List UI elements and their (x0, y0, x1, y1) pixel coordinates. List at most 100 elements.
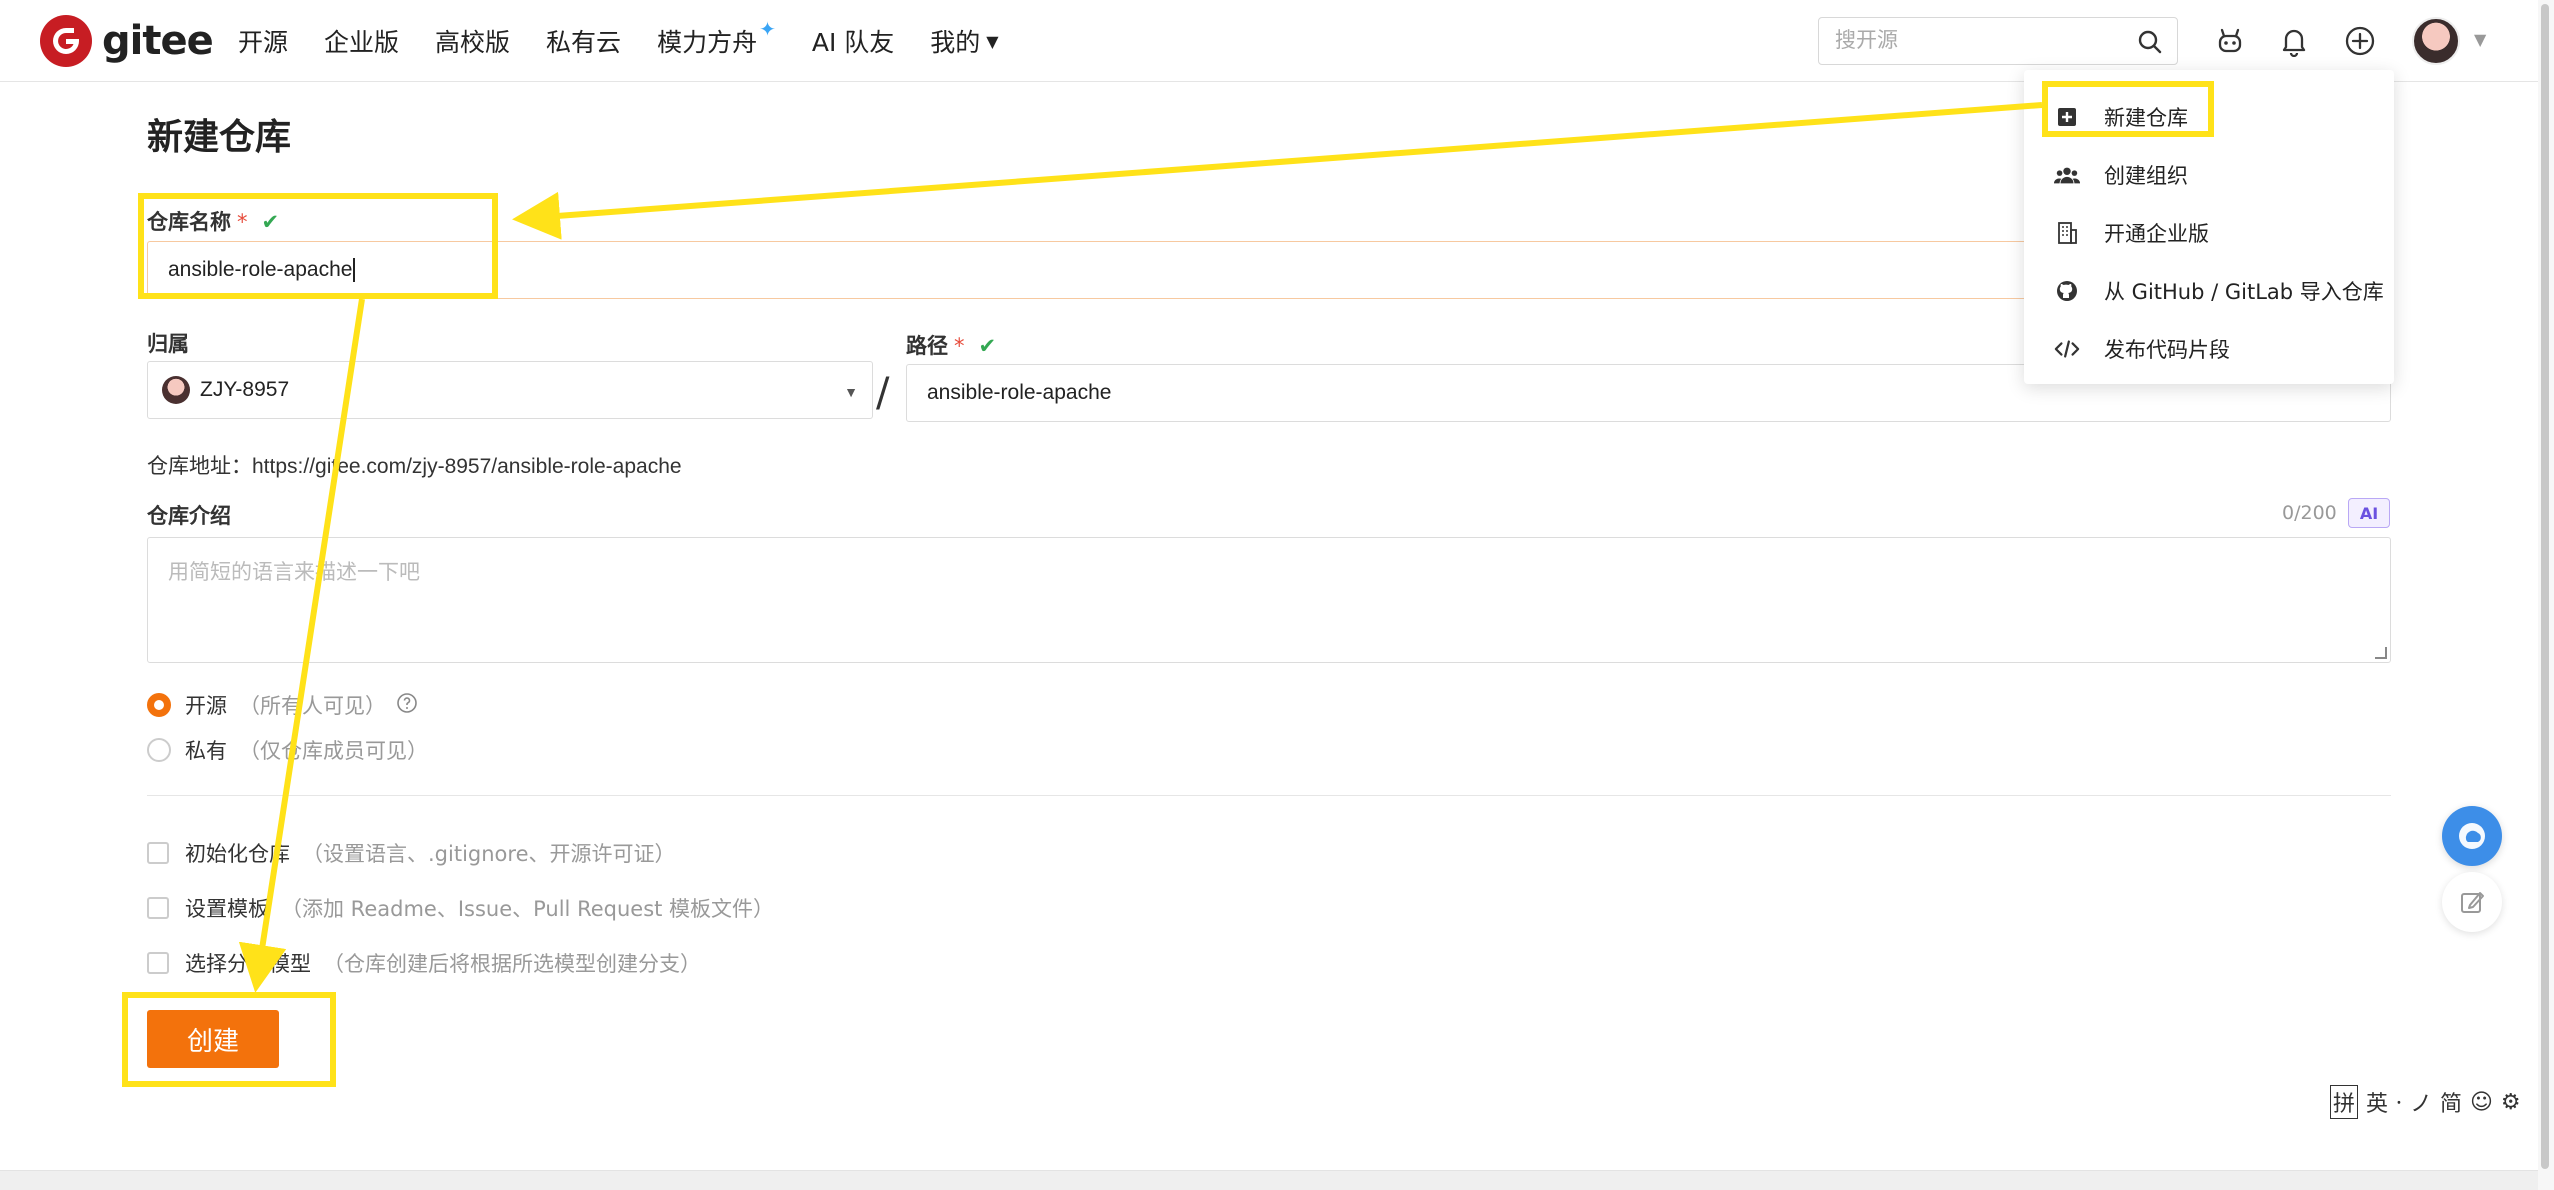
nav-item-education[interactable]: 高校版 (435, 23, 510, 59)
template-option[interactable]: 设置模板 （添加 Readme、Issue、Pull Request 模板文件） (147, 893, 774, 923)
scroll-thumb[interactable] (2541, 4, 2549, 1169)
sparkle-icon: ✦ (759, 17, 776, 41)
repo-url-line: 仓库地址：https://gitee.com/zjy-8957/ansible-… (147, 450, 682, 480)
bot-icon[interactable] (2211, 22, 2249, 60)
radio-hint: （所有人可见） (239, 694, 386, 718)
create-button[interactable]: 创建 (147, 1010, 279, 1068)
required-marker: * (237, 210, 248, 234)
owner-avatar (162, 376, 190, 404)
visibility-public-option[interactable]: 开源 （所有人可见） (147, 690, 418, 720)
check-label: 初始化仓库 (185, 842, 290, 866)
feedback-edit-icon[interactable] (2442, 872, 2502, 932)
description-textarea[interactable]: 用简短的语言来描述一下吧 (147, 537, 2391, 663)
nav-label: 模力方舟 (657, 28, 758, 57)
vertical-scrollbar[interactable] (2538, 0, 2554, 1190)
code-icon (2054, 336, 2080, 362)
radio-hint: （仅仓库成员可见） (239, 739, 428, 763)
page-title: 新建仓库 (147, 117, 292, 158)
owner-value: ZJY-8957 (200, 378, 290, 401)
assistant-float-button[interactable] (2442, 806, 2502, 866)
ai-assist-button[interactable]: AI (2348, 498, 2390, 528)
dropdown-item-code-snippet[interactable]: 发布代码片段 (2024, 320, 2394, 378)
nav-label: AI 队友 (811, 28, 895, 57)
required-marker: * (954, 334, 965, 358)
checkmark-icon: ✔ (978, 334, 997, 358)
nav-label: 私有云 (546, 28, 622, 57)
check-hint: （仓库创建后将根据所选模型创建分支） (323, 952, 701, 976)
gitee-logo-text: gitee (102, 18, 214, 64)
repo-name-label: 仓库名称 * ✔ (147, 206, 279, 236)
label-text: 仓库名称 (147, 210, 231, 234)
nav-item-ai-teammate[interactable]: AI 队友 (812, 23, 894, 59)
owner-select[interactable]: ZJY-8957 ▼ (147, 361, 873, 419)
check-label: 选择分支模型 (185, 952, 311, 976)
ime-toolbar[interactable]: 拼 英 ⸱ ノ 简 ☺ ⚙ (2330, 1083, 2529, 1121)
nav-label: 高校版 (435, 28, 511, 57)
path-label: 路径 * ✔ (906, 330, 996, 360)
search-icon[interactable] (2137, 29, 2163, 59)
plus-circle-icon[interactable] (2341, 22, 2379, 60)
plus-square-icon (2054, 104, 2080, 130)
visibility-private-option[interactable]: 私有 （仅仓库成员可见） (147, 735, 428, 765)
dropdown-item-create-org[interactable]: 创建组织 (2024, 146, 2394, 204)
ime-mode[interactable]: ノ (2410, 1086, 2432, 1118)
init-repo-checkbox[interactable] (147, 842, 169, 864)
description-label: 仓库介绍 (147, 504, 231, 528)
arrow-to-repo-name (512, 102, 2043, 240)
dropdown-label: 创建组织 (2104, 164, 2188, 188)
ime-emoji-icon[interactable]: ☺ (2470, 1090, 2493, 1115)
help-icon[interactable] (396, 692, 418, 719)
resize-handle-icon[interactable] (2375, 647, 2387, 659)
dropdown-item-import[interactable]: 从 GitHub / GitLab 导入仓库 (2024, 262, 2394, 320)
nav-item-mine[interactable]: 我的 ▼ (930, 23, 998, 59)
check-label: 设置模板 (185, 897, 269, 921)
nav-label: 企业版 (324, 28, 400, 57)
section-divider (147, 795, 2391, 796)
caret-down-icon: ▼ (844, 384, 858, 400)
bell-icon[interactable] (2275, 22, 2313, 60)
description-placeholder: 用简短的语言来描述一下吧 (168, 561, 420, 584)
page: gitee 开源 企业版 高校版 私有云 模力方舟✦ AI 队友 我的▼ ▼ (0, 0, 2554, 1190)
caret-down-icon[interactable]: ▼ (2474, 30, 2486, 49)
init-repo-option[interactable]: 初始化仓库 （设置语言、.gitignore、开源许可证） (147, 838, 676, 868)
ime-punct[interactable]: ⸱ (2396, 1087, 2402, 1117)
nav-label: 开源 (238, 28, 289, 57)
nav-item-moli-ark[interactable]: 模力方舟 ✦ (657, 17, 776, 59)
nav-label: 我的 (930, 28, 981, 57)
radio-label: 开源 (185, 694, 227, 718)
dropdown-label: 开通企业版 (2104, 222, 2209, 246)
nav-item-open-source[interactable]: 开源 (238, 23, 288, 59)
branch-model-option[interactable]: 选择分支模型 （仓库创建后将根据所选模型创建分支） (147, 948, 701, 978)
dropdown-item-enterprise[interactable]: 开通企业版 (2024, 204, 2394, 262)
template-checkbox[interactable] (147, 897, 169, 919)
nav-item-private-cloud[interactable]: 私有云 (546, 23, 621, 59)
dropdown-label: 新建仓库 (2104, 106, 2188, 130)
dropdown-label: 从 GitHub / GitLab 导入仓库 (2104, 280, 2384, 304)
ime-english[interactable]: 英 (2366, 1086, 2388, 1118)
radio-public[interactable] (147, 693, 171, 717)
radio-label: 私有 (185, 739, 227, 763)
search-box (1818, 17, 2178, 65)
radio-private[interactable] (147, 738, 171, 762)
gitee-logo[interactable]: gitee (40, 14, 214, 68)
path-value: ansible-role-apache (927, 381, 1112, 404)
gitee-logo-icon (40, 15, 92, 67)
user-avatar[interactable] (2412, 17, 2460, 65)
description-counter: 0/200 (2282, 502, 2337, 524)
ime-settings-icon[interactable]: ⚙ (2501, 1090, 2521, 1115)
ime-simplified[interactable]: 简 (2440, 1086, 2462, 1118)
create-dropdown-menu: 新建仓库 创建组织 开通企业版 从 GitHub / GitLab 导入仓库 发… (2024, 70, 2394, 384)
repo-name-value: ansible-role-apache (168, 258, 353, 281)
nav-item-enterprise[interactable]: 企业版 (324, 23, 399, 59)
github-icon (2054, 278, 2080, 304)
dropdown-label: 发布代码片段 (2104, 338, 2230, 362)
check-hint: （添加 Readme、Issue、Pull Request 模板文件） (281, 897, 775, 921)
owner-label: 归属 (147, 332, 189, 356)
branch-model-checkbox[interactable] (147, 952, 169, 974)
dropdown-item-new-repo[interactable]: 新建仓库 (2024, 88, 2394, 146)
search-input[interactable] (1819, 18, 2109, 64)
repo-url-prefix: 仓库地址： (147, 455, 252, 478)
ime-pinyin[interactable]: 拼 (2330, 1085, 2359, 1119)
repo-url-value: https://gitee.com/zjy-8957/ansible-role-… (252, 455, 682, 478)
users-icon (2054, 162, 2080, 188)
